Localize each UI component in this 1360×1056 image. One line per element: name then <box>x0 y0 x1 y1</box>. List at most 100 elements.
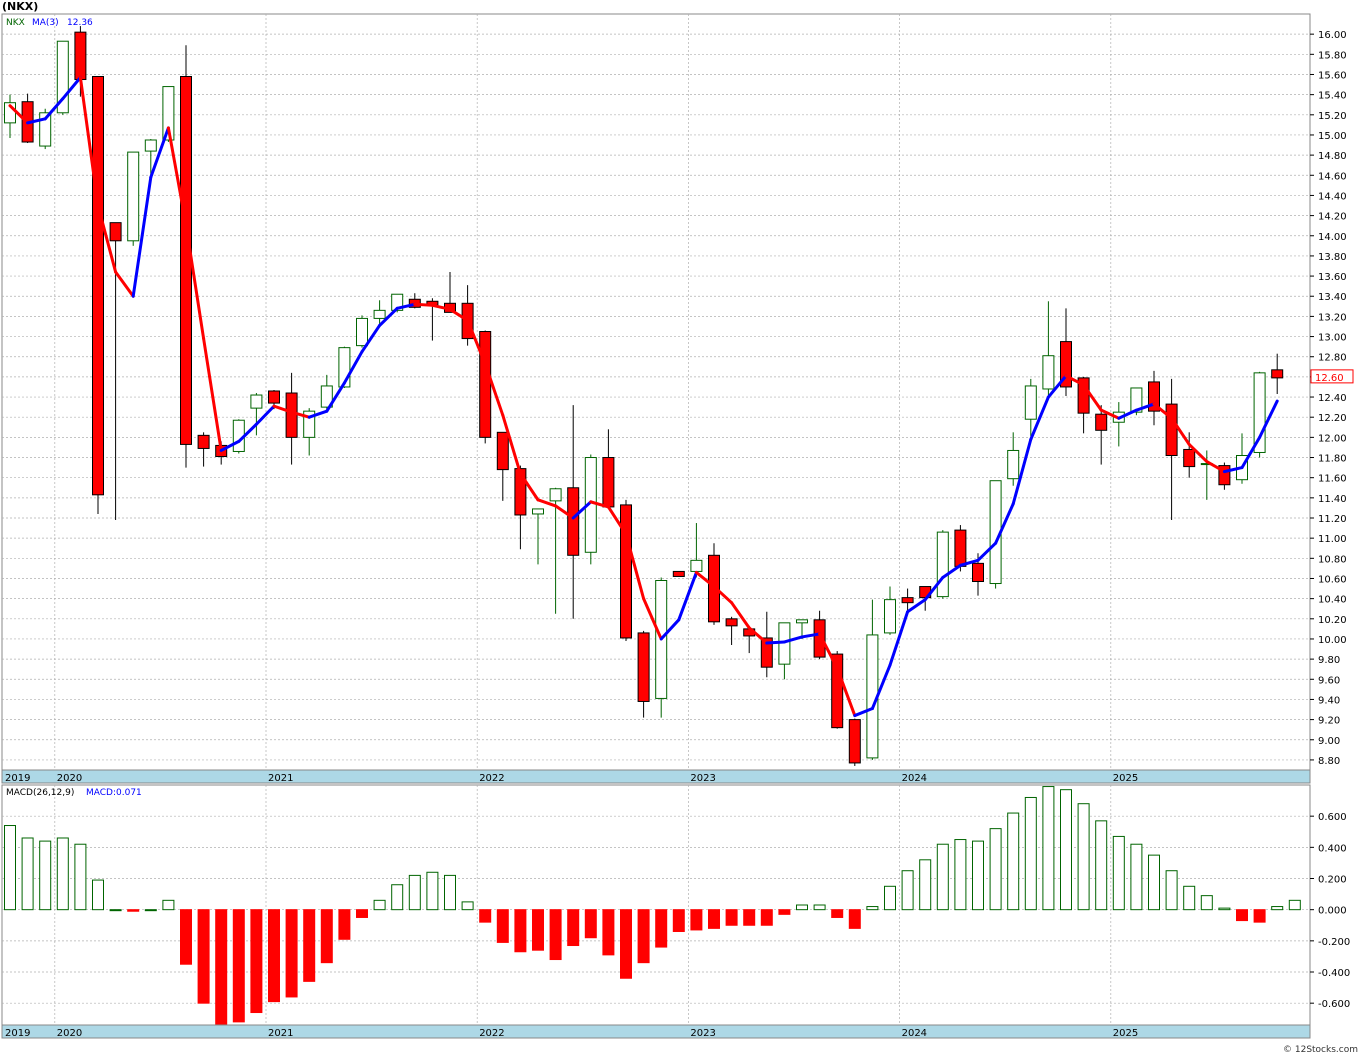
price-tick-label: 15.60 <box>1318 70 1347 81</box>
price-year-label: 2024 <box>902 773 927 784</box>
price-tick-label: 13.80 <box>1318 252 1347 263</box>
price-tick-label: 12.40 <box>1318 393 1347 404</box>
macd-tick-label: 0.200 <box>1318 875 1347 886</box>
price-tick-label: 10.20 <box>1318 615 1347 626</box>
macd-bar <box>1218 907 1231 911</box>
price-tick-label: 11.80 <box>1318 454 1347 465</box>
macd-tick-label: 0.600 <box>1318 812 1347 823</box>
candle-body <box>285 392 298 438</box>
macd-tick-label: 0.400 <box>1318 843 1347 854</box>
macd-legend-label: MACD(26,12,9) <box>6 788 74 798</box>
candle-body <box>672 570 685 577</box>
macd-year-label: 2022 <box>479 1028 504 1039</box>
macd-bar <box>532 909 544 951</box>
price-tick-label: 9.40 <box>1318 695 1340 706</box>
price-tick-label: 14.60 <box>1318 171 1347 182</box>
price-tick-label: 12.80 <box>1318 353 1347 364</box>
macd-bar <box>584 909 597 939</box>
macd-bar <box>285 909 298 998</box>
candle-body <box>1024 385 1037 420</box>
candle-body <box>690 559 703 572</box>
macd-bar <box>109 909 122 912</box>
macd-y-axis: -0.600 -0.400 -0.200 0.000 0.200 0.400 0.600 <box>1310 812 1350 1010</box>
macd-bar <box>989 828 1002 911</box>
macd-bar <box>1060 789 1072 911</box>
candle-body <box>479 331 492 438</box>
price-year-label: 2022 <box>479 773 504 784</box>
macd-bar <box>637 909 650 964</box>
price-tick-label: 11.40 <box>1318 494 1347 505</box>
candle-body <box>549 488 562 502</box>
macd-year-label: 2021 <box>268 1028 293 1039</box>
price-tick-label: 9.60 <box>1318 675 1340 686</box>
candle-body <box>1165 403 1178 457</box>
legend-ma-label: MA(3) <box>32 18 59 28</box>
candle-body <box>1271 369 1284 379</box>
macd-bar <box>620 909 632 979</box>
candle-body <box>92 75 104 496</box>
price-tick-label: 14.40 <box>1318 191 1347 202</box>
price-tick-label: 10.00 <box>1318 635 1347 646</box>
macd-bar <box>567 909 580 947</box>
macd-bar <box>866 906 879 911</box>
macd-tick-label: -0.400 <box>1318 968 1350 979</box>
price-tick-label: 9.20 <box>1318 716 1340 727</box>
last-price-value: 12.60 <box>1315 373 1344 384</box>
macd-bar <box>92 879 104 911</box>
price-tick-label: 14.80 <box>1318 151 1347 162</box>
candle-body <box>1253 372 1266 453</box>
macd-bar <box>936 843 949 911</box>
stock-chart-svg: 8.80 9.00 9.20 9.40 9.60 9.80 10.00 10.20 10.40 1… <box>1 0 1358 1055</box>
macd-bar <box>954 839 967 911</box>
price-tick-label: 10.80 <box>1318 554 1347 565</box>
price-tick-label: 15.00 <box>1318 131 1347 142</box>
macd-bar <box>1007 812 1020 911</box>
macd-tick-label: -0.600 <box>1318 999 1350 1010</box>
macd-bar <box>180 909 192 965</box>
candle-body <box>1042 355 1055 390</box>
macd-bar <box>884 885 896 911</box>
macd-bar <box>426 871 439 911</box>
candle-body <box>620 504 632 639</box>
macd-bar <box>796 904 808 911</box>
candle-body <box>901 597 914 604</box>
macd-bar <box>268 909 280 1003</box>
ma-segment <box>413 302 434 307</box>
price-tick-label: 13.20 <box>1318 312 1347 323</box>
price-tick-label: 11.00 <box>1318 534 1347 545</box>
macd-year-label: 2025 <box>1113 1028 1138 1039</box>
macd-bar <box>901 870 914 911</box>
price-year-label: 2021 <box>268 773 293 784</box>
macd-bar <box>391 884 404 911</box>
price-tick-label: 8.80 <box>1318 756 1340 767</box>
macd-bar <box>1253 909 1266 923</box>
macd-bar <box>514 909 527 953</box>
price-tick-label: 15.40 <box>1318 91 1347 102</box>
macd-bar <box>444 874 456 911</box>
macd-bar <box>708 909 720 929</box>
macd-tick-label: 0.000 <box>1318 906 1347 917</box>
price-year-label: 2019 <box>5 773 30 784</box>
macd-bar <box>215 909 228 1026</box>
macd-bar <box>56 837 69 911</box>
macd-bar <box>39 840 52 911</box>
candle-body <box>373 309 386 319</box>
macd-bar <box>144 909 157 912</box>
macd-bar <box>1024 796 1037 911</box>
macd-bar <box>549 909 562 961</box>
price-tick-label: 11.20 <box>1318 514 1347 525</box>
price-tick-label: 12.00 <box>1318 433 1347 444</box>
macd-legend-value: MACD:0.071 <box>86 788 142 798</box>
price-tick-label: 16.00 <box>1318 30 1347 41</box>
macd-bar <box>479 909 492 923</box>
price-y-axis: 8.80 9.00 9.20 9.40 9.60 9.80 10.00 10.20 10.40 1… <box>1310 30 1347 767</box>
macd-bar <box>1148 854 1160 911</box>
candle-body <box>74 31 87 81</box>
price-tick-label: 10.60 <box>1318 574 1347 585</box>
macd-bar <box>303 909 316 982</box>
macd-bar <box>1165 870 1178 911</box>
macd-bar <box>496 909 509 943</box>
macd-bar <box>1200 895 1213 911</box>
price-year-label: 2023 <box>690 773 715 784</box>
candle-body <box>127 151 140 242</box>
